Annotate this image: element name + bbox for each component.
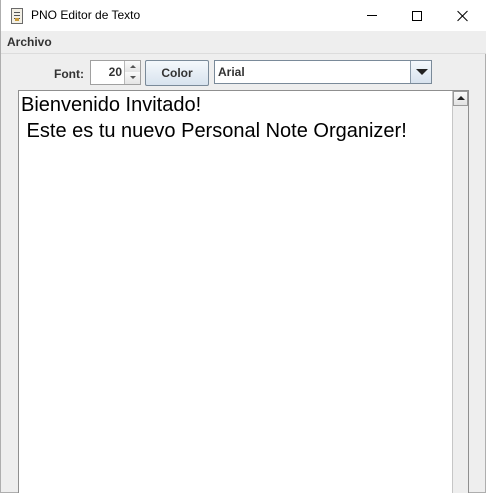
menu-archivo[interactable]: Archivo: [7, 35, 52, 49]
scroll-up-arrow-icon[interactable]: [453, 91, 468, 106]
editor-scroll-pane: Bienvenido Invitado! Este es tu nuevo Pe…: [18, 90, 469, 493]
menu-bar: Archivo: [1, 31, 486, 53]
font-family-value: Arial: [218, 65, 245, 79]
font-size-spinner[interactable]: 20: [90, 60, 141, 85]
format-toolbar: Font: 20 Color Arial: [1, 53, 486, 89]
title-bar[interactable]: PNO Editor de Texto: [1, 0, 486, 31]
editor-window: PNO Editor de Texto Archivo Font: 20 Col…: [0, 0, 486, 493]
color-button[interactable]: Color: [145, 60, 209, 86]
close-icon: [457, 10, 469, 22]
minimize-icon: [367, 15, 377, 16]
window-title: PNO Editor de Texto: [31, 8, 141, 22]
maximize-icon: [412, 10, 422, 21]
close-button[interactable]: [440, 0, 486, 31]
font-size-value[interactable]: 20: [109, 65, 122, 79]
text-editor[interactable]: Bienvenido Invitado! Este es tu nuevo Pe…: [19, 91, 452, 493]
vertical-scrollbar[interactable]: [452, 91, 468, 493]
spinner-down-arrow-icon[interactable]: [124, 72, 140, 84]
minimize-button[interactable]: [349, 0, 395, 31]
font-family-dropdown[interactable]: Arial: [214, 60, 432, 84]
font-size-label: Font:: [54, 67, 84, 81]
maximize-button[interactable]: [394, 0, 440, 31]
notepad-icon: [11, 8, 23, 24]
chevron-down-icon[interactable]: [410, 61, 431, 83]
